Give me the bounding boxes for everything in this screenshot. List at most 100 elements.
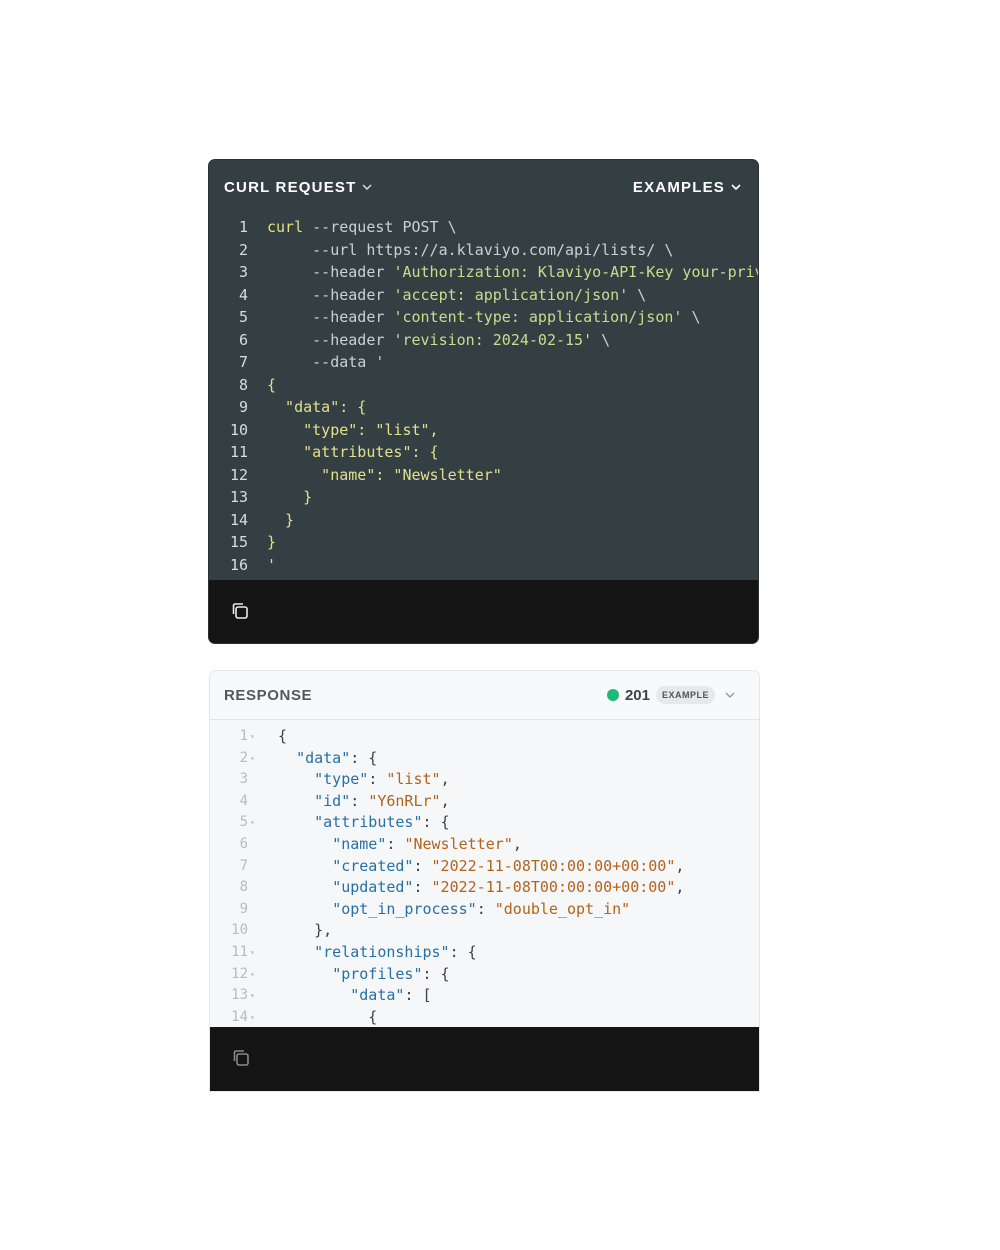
curl-request-panel: CURL REQUEST EXAMPLES 1 curl --request PO…: [209, 160, 758, 643]
code-token: 'accept: application/json': [393, 285, 629, 304]
code-line: 9 "data": {: [209, 396, 758, 419]
code-token: \: [682, 308, 701, 326]
line-number: 8: [239, 879, 248, 896]
code-token: \: [628, 285, 647, 304]
code-line: 7 "created": "2022-11-08T00:00:00+00:00"…: [210, 856, 759, 878]
code-token: }: [267, 533, 277, 551]
code-token: "profiles": [332, 964, 423, 983]
response-header: RESPONSE 201 EXAMPLE: [210, 671, 759, 720]
line-number: 14: [229, 510, 248, 529]
line-number: 2: [239, 749, 248, 766]
code-line: 13 }: [209, 486, 758, 509]
code-text: --header 'content-type: application/json…: [267, 306, 700, 329]
request-code-block[interactable]: 1 curl --request POST \ 2 --url https://a.…: [209, 214, 758, 582]
code-token: ': [375, 353, 385, 371]
line-number: 15: [229, 533, 248, 551]
code-line: 7 --data ': [209, 351, 758, 374]
fold-caret-icon[interactable]: ▾: [248, 985, 262, 1007]
code-text: }: [267, 531, 276, 554]
code-token: 'content-type: application/json': [393, 308, 683, 326]
code-token: : {: [350, 748, 378, 767]
line-number: 7: [239, 857, 248, 874]
code-token: curl: [267, 218, 304, 236]
code-token: :: [350, 791, 369, 810]
code-text: {: [262, 1007, 377, 1029]
code-token: :: [386, 834, 405, 853]
code-token: 'Authorization: Klaviyo-API-Key your-pri…: [393, 263, 758, 281]
code-line: 14 ▾ {: [210, 1007, 759, 1029]
code-token: --data: [267, 353, 376, 371]
code-token: "2022-11-08T00:00:00+00:00": [431, 878, 676, 897]
line-number: 1: [239, 728, 248, 744]
code-line: 12 "name": "Newsletter": [209, 464, 758, 487]
line-number: 5: [238, 308, 248, 326]
copy-icon[interactable]: [230, 601, 250, 621]
chevron-down-icon: [725, 692, 735, 698]
code-text: "updated": "2022-11-08T00:00:00+00:00",: [262, 877, 684, 899]
fold-caret-icon[interactable]: ▾: [248, 812, 262, 834]
code-token: "created": [332, 856, 414, 875]
line-number: 10: [231, 922, 248, 939]
code-text: "attributes": {: [267, 441, 438, 464]
response-status-dropdown[interactable]: 201 EXAMPLE: [606, 686, 735, 704]
code-line: 2 ▾ "data": {: [210, 748, 759, 770]
code-token: {: [278, 1007, 378, 1026]
examples-label: EXAMPLES: [632, 178, 725, 196]
code-text: "id": "Y6nRLr",: [262, 791, 449, 813]
line-number: 5: [239, 814, 248, 831]
code-line: 4 "id": "Y6nRLr",: [210, 791, 759, 813]
code-token: "id": [314, 791, 351, 810]
code-token: :: [368, 770, 387, 789]
code-text: }: [267, 486, 312, 509]
line-number: 8: [238, 375, 248, 394]
request-header: CURL REQUEST EXAMPLES: [209, 160, 758, 214]
code-token: "2022-11-08T00:00:00+00:00": [431, 856, 676, 875]
code-line: 15}: [209, 531, 758, 554]
code-token: --header: [267, 308, 394, 326]
curl-request-dropdown[interactable]: CURL REQUEST: [224, 179, 372, 196]
examples-dropdown[interactable]: EXAMPLES: [633, 179, 741, 196]
chevron-down-icon: [731, 184, 741, 191]
code-text: --header 'Authorization: Klaviyo-API-Key…: [267, 261, 758, 284]
code-line: 11 ▾ "relationships": {: [210, 942, 759, 964]
code-token: ,: [440, 770, 450, 789]
code-token: "attributes": [314, 813, 423, 832]
code-text: "type": "list",: [262, 769, 450, 791]
code-text: "data": {: [262, 748, 377, 770]
code-line: 1 curl --request POST \: [209, 216, 758, 239]
response-code-block[interactable]: 1 ▾{2 ▾ "data": {3 "type": "list", 4 "id": …: [210, 720, 759, 1032]
code-token: "updated": [332, 878, 414, 897]
fold-caret-icon[interactable]: ▾: [248, 748, 262, 770]
line-number: 4: [238, 285, 248, 304]
fold-caret-icon[interactable]: ▾: [248, 1007, 262, 1029]
code-token: "type": "list",: [267, 420, 439, 439]
line-number: 6: [239, 835, 248, 852]
code-token: "name": [332, 834, 387, 853]
line-number: 6: [238, 330, 248, 349]
fold-caret-icon[interactable]: ▾: [248, 726, 262, 748]
code-token: "Y6nRLr": [368, 791, 441, 810]
code-token: "double_opt_in": [494, 899, 631, 918]
code-token: "type": [314, 770, 369, 789]
fold-caret-icon[interactable]: ▾: [248, 964, 262, 986]
code-text: "name": "Newsletter": [267, 464, 502, 487]
code-line: 4 --header 'accept: application/json' \: [209, 284, 758, 307]
code-text: "attributes": {: [262, 812, 449, 834]
fold-caret-icon[interactable]: ▾: [248, 942, 262, 964]
code-token: "opt_in_process": [332, 899, 477, 918]
code-token: --request POST \: [303, 218, 457, 236]
copy-icon[interactable]: [231, 1048, 251, 1068]
response-panel: RESPONSE 201 EXAMPLE 1 ▾{2 ▾ "data": {3 "t…: [210, 671, 759, 1091]
code-token: "data": [350, 986, 405, 1005]
code-token: }: [267, 488, 313, 506]
